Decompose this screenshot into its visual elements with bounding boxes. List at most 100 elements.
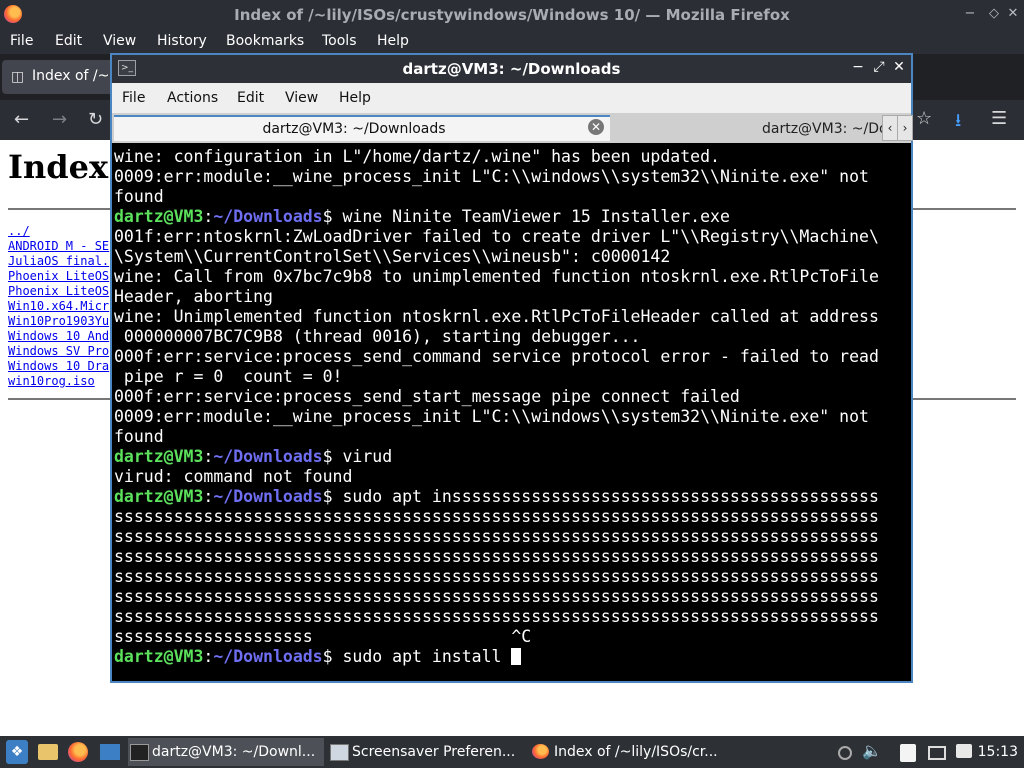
file-manager-icon[interactable] [38, 744, 58, 760]
firefox-tab-title: Index of /~l [32, 68, 114, 84]
download-icon[interactable]: ⭳ [955, 108, 961, 138]
bookmark-star-icon[interactable]: ☆ [916, 108, 932, 129]
terminal-output[interactable]: wine: configuration in L"/home/dartz/.wi… [114, 147, 909, 681]
tab-scroll-right-icon[interactable]: › [897, 115, 913, 141]
prompt-separator: : [203, 207, 214, 226]
notifications-icon[interactable] [956, 744, 972, 758]
terminal-output-line: virud: command not found [114, 467, 353, 486]
task-label: Screensaver Preferen... [352, 744, 516, 760]
terminal-output-line: ssssssssssssssssssssssssssssssssssssssss… [114, 507, 879, 526]
back-icon[interactable]: ← [14, 109, 29, 130]
prompt-separator: : [203, 647, 214, 666]
hamburger-menu-icon[interactable]: ☰ [991, 108, 1007, 129]
file-link[interactable]: Win10.x64.Micr [8, 299, 109, 313]
menu-tools[interactable]: Tools [322, 33, 357, 49]
media-icon[interactable] [838, 746, 852, 760]
prompt-path: ~/Downloads [213, 207, 323, 226]
tab-scroll-left-icon[interactable]: ‹ [882, 115, 898, 141]
menu-file[interactable]: File [10, 33, 33, 49]
close-icon[interactable]: ✕ [1003, 4, 1023, 24]
firefox-launcher-icon[interactable] [68, 742, 88, 762]
page-icon: ◫ [11, 69, 25, 85]
terminal-tab-active[interactable]: dartz@VM3: ~/Downloads ✕ [114, 115, 610, 141]
menu-edit[interactable]: Edit [55, 33, 82, 49]
terminal-output-line: 000f:err:service:process_send_start_mess… [114, 387, 740, 406]
terminal-output-line: Header, aborting [114, 287, 273, 306]
file-link[interactable]: Windows SV Pro [8, 344, 109, 358]
prompt-symbol: $ [322, 647, 343, 666]
file-link[interactable]: win10rog.iso [8, 374, 95, 388]
terminal-output-line: ssssssssssssssssssssssssssssssssssssssss… [114, 567, 879, 586]
firefox-tab[interactable]: ◫ Index of /~l [2, 60, 114, 94]
menu-bookmarks[interactable]: Bookmarks [226, 33, 304, 49]
minimize-icon[interactable]: − [960, 4, 980, 24]
terminal-tab-label: dartz@VM3: ~/Downloads [762, 121, 882, 137]
menu-view[interactable]: View [285, 90, 318, 106]
terminal-titlebar[interactable]: >_ dartz@VM3: ~/Downloads − ⤢ ✕ [112, 55, 911, 83]
terminal-output-line: ssssssssssssssssssssssssssssssssssssssss… [114, 527, 879, 546]
terminal-command-line: dartz@VM3:~/Downloads$ sudo apt inssssss… [114, 487, 909, 507]
command-text: sudo apt insssssssssssssssssssssssssssss… [342, 487, 879, 506]
menu-actions[interactable]: Actions [167, 90, 218, 106]
desktop-icon[interactable] [100, 744, 120, 760]
menu-help[interactable]: Help [339, 90, 371, 106]
terminal-output-line: found [114, 427, 164, 446]
close-tab-icon[interactable]: ✕ [588, 119, 604, 135]
file-link[interactable]: ANDROID M - SE [8, 239, 109, 253]
volume-icon[interactable]: 🔈 [862, 741, 882, 761]
prompt-path: ~/Downloads [213, 647, 323, 666]
file-link[interactable]: Phoenix LiteOS [8, 269, 109, 283]
terminal-menubar: File Actions Edit View Help [112, 83, 911, 113]
prompt-path: ~/Downloads [213, 447, 323, 466]
app-menu-icon[interactable]: ❖ [6, 740, 28, 764]
minimize-icon[interactable]: − [849, 59, 867, 75]
file-link[interactable]: Win10Pro1903Yu [8, 314, 109, 328]
terminal-output-line: \System\\CurrentControlSet\\Services\\wi… [114, 247, 671, 266]
forward-icon[interactable]: → [52, 109, 67, 130]
terminal-tab-label: dartz@VM3: ~/Downloads [262, 121, 446, 137]
network-icon[interactable] [928, 746, 946, 760]
terminal-output-line: wine: configuration in L"/home/dartz/.wi… [114, 147, 720, 166]
file-link[interactable]: ../ [8, 224, 30, 238]
menu-edit[interactable]: Edit [237, 90, 264, 106]
terminal-output-line: 0009:err:module:__wine_process_init L"C:… [114, 407, 869, 426]
firefox-icon [532, 744, 549, 759]
task-label: Index of /~lily/ISOs/cr... [554, 744, 718, 760]
prompt-symbol: $ [322, 447, 343, 466]
terminal-output-line: ssssssssssssssssssssssssssssssssssssssss… [114, 607, 879, 626]
terminal-output-line: ssssssssssssssssssssssssssssssssssssssss… [114, 547, 879, 566]
command-text: sudo apt install [342, 647, 512, 666]
close-icon[interactable]: ✕ [890, 59, 908, 75]
maximize-icon[interactable]: ⤢ [870, 59, 888, 75]
firefox-menubar: File Edit View History Bookmarks Tools H… [0, 30, 1024, 54]
prompt-user: dartz@VM3 [114, 487, 204, 506]
page-heading: Index [8, 148, 109, 186]
file-link[interactable]: Phoenix LiteOS [8, 284, 109, 298]
clipboard-icon[interactable] [900, 744, 916, 762]
clock: 15:13 [977, 744, 1018, 760]
terminal-tab-inactive[interactable]: dartz@VM3: ~/Downloads [612, 115, 882, 141]
taskbar: ❖ dartz@VM3: ~/Downl... Screensaver Pref… [0, 736, 1024, 768]
menu-help[interactable]: Help [377, 33, 409, 49]
terminal-output-line: 000000007BC7C9B8 (thread 0016), starting… [114, 327, 641, 346]
task-terminal[interactable]: dartz@VM3: ~/Downl... [128, 738, 324, 766]
menu-file[interactable]: File [122, 90, 145, 106]
task-firefox[interactable]: Index of /~lily/ISOs/cr... [530, 738, 730, 766]
menu-view[interactable]: View [103, 33, 136, 49]
menu-history[interactable]: History [157, 33, 207, 49]
task-screensaver[interactable]: Screensaver Preferen... [328, 738, 526, 766]
prompt-user: dartz@VM3 [114, 647, 204, 666]
terminal-window: >_ dartz@VM3: ~/Downloads − ⤢ ✕ File Act… [110, 53, 913, 683]
terminal-title: dartz@VM3: ~/Downloads [402, 60, 621, 78]
terminal-output-line: 001f:err:ntoskrnl:ZwLoadDriver failed to… [114, 227, 879, 246]
file-link[interactable]: JuliaOS final. [8, 254, 109, 268]
terminal-output-line: wine: Call from 0x7bc7c9b8 to unimplemen… [114, 267, 879, 286]
firefox-window-title: Index of /~lily/ISOs/crustywindows/Windo… [234, 6, 790, 24]
reload-icon[interactable]: ↻ [88, 109, 103, 130]
prompt-symbol: $ [322, 487, 343, 506]
maximize-icon[interactable]: ◇ [984, 4, 1004, 24]
file-link[interactable]: Windows 10 And [8, 329, 109, 343]
file-link[interactable]: Windows 10 Dra [8, 359, 109, 373]
terminal-output-line: ssssssssssssssssssssssssssssssssssssssss… [114, 587, 879, 606]
command-text: wine Ninite TeamViewer 15 Installer.exe [342, 207, 730, 226]
